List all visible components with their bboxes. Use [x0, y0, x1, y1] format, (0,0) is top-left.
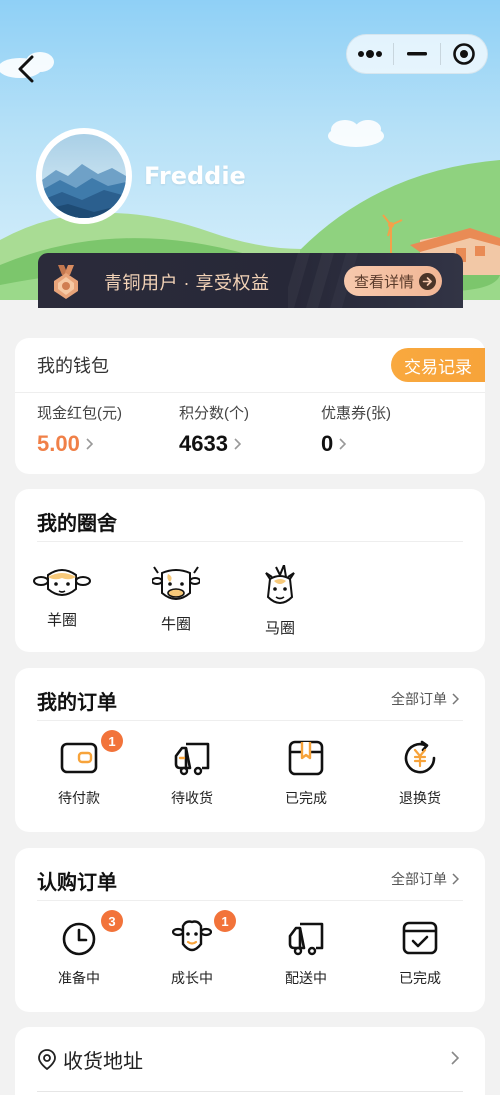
yen-refresh-icon — [404, 740, 436, 774]
cash-red-packet-stat[interactable]: 现金红包(元) 5.00 — [37, 402, 122, 457]
order-item-label: 待付款 — [58, 790, 100, 806]
avatar[interactable] — [36, 128, 132, 224]
divider — [37, 900, 463, 901]
stat-value: 5.00 — [37, 431, 80, 456]
sheep-icon — [33, 569, 91, 596]
member-level-text: 青铜用户 · 享受权益 — [104, 273, 270, 293]
chevron-right-icon — [339, 438, 347, 450]
shipping-address-label: 收货地址 — [63, 1050, 143, 1073]
subscription-item-label: 准备中 — [58, 970, 100, 986]
view-details-button[interactable]: 查看详情 — [344, 266, 442, 296]
view-details-label: 查看详情 — [354, 273, 415, 291]
order-completed[interactable]: 已完成 — [261, 738, 351, 808]
subscription-item-label: 配送中 — [285, 970, 327, 986]
wallet-card: 我的钱包 交易记录 现金红包(元) 5.00 积分数(个) 4633 优惠券(张… — [15, 338, 485, 474]
subscription-orders-card: 认购订单 全部订单 3 准备中 1 成长中 配送中 已完成 — [15, 848, 485, 1012]
chevron-left-icon — [18, 55, 34, 83]
stat-label: 现金红包(元) — [37, 405, 122, 422]
minus-icon — [407, 52, 427, 56]
more-button[interactable] — [347, 35, 393, 73]
pen-label: 羊圈 — [46, 612, 77, 629]
transaction-records-button[interactable]: 交易记录 — [391, 348, 485, 382]
horse-pen-item[interactable]: 马圈 — [245, 561, 315, 638]
points-stat[interactable]: 积分数(个) 4633 — [179, 402, 249, 457]
cow-pen-item[interactable]: 牛圈 — [141, 565, 211, 634]
sheep-pen-item[interactable]: 羊圈 — [27, 565, 97, 630]
order-returns[interactable]: 退换货 — [375, 738, 465, 808]
truck-icon — [288, 922, 324, 956]
close-miniprogram-button[interactable] — [441, 35, 487, 73]
order-item-label: 退换货 — [399, 790, 441, 806]
divider — [37, 541, 463, 542]
truck-icon — [174, 742, 210, 776]
my-orders-card: 我的订单 全部订单 1 待付款 待收货 已完成 退换货 — [15, 668, 485, 832]
avatar-mountain-image — [42, 134, 126, 218]
location-pin-icon — [38, 1049, 56, 1070]
chevron-right-icon — [86, 438, 93, 450]
subscription-item-label: 已完成 — [399, 970, 441, 986]
mini-program-capsule — [346, 34, 488, 74]
divider — [37, 1091, 463, 1092]
all-orders-label: 全部订单 — [391, 691, 447, 707]
chevron-right-icon — [451, 1051, 459, 1065]
pen-label: 马圈 — [264, 620, 295, 637]
shipping-address-row[interactable]: 收货地址 — [37, 1045, 463, 1073]
orders-title: 我的订单 — [37, 692, 117, 714]
subscription-title: 认购订单 — [37, 872, 117, 894]
order-pending-payment[interactable]: 1 待付款 — [34, 730, 124, 808]
more-dots-icon — [358, 50, 382, 58]
subscription-growing[interactable]: 1 成长中 — [147, 910, 237, 988]
notification-badge: 3 — [101, 910, 123, 932]
all-subscription-orders-link[interactable]: 全部订单 — [391, 869, 459, 889]
stat-value: 0 — [321, 431, 334, 456]
checked-box-icon — [402, 921, 438, 955]
wallet-icon — [60, 742, 98, 774]
member-level-bar[interactable]: 青铜用户 · 享受权益 查看详情 — [38, 253, 463, 308]
cow-icon — [151, 566, 201, 600]
stat-label: 优惠券(张) — [321, 405, 391, 422]
chevron-right-icon — [234, 438, 241, 450]
box-icon — [288, 740, 324, 776]
sheep-face-icon — [171, 920, 213, 952]
order-item-label: 待收货 — [171, 790, 213, 806]
horse-icon — [265, 561, 295, 604]
stat-value: 4633 — [179, 431, 228, 456]
subscription-preparing[interactable]: 3 准备中 — [34, 910, 124, 988]
bronze-medal-icon — [54, 265, 78, 299]
notification-badge: 1 — [214, 910, 236, 932]
order-pending-receipt[interactable]: 待收货 — [147, 738, 237, 808]
wallet-title: 我的钱包 — [37, 356, 109, 376]
username: Freddie — [144, 162, 246, 190]
coupons-stat[interactable]: 优惠券(张) 0 — [321, 402, 391, 457]
all-orders-label: 全部订单 — [391, 871, 447, 887]
stat-label: 积分数(个) — [179, 405, 249, 422]
arrow-right-circle-icon — [419, 272, 437, 290]
notification-badge: 1 — [101, 730, 123, 752]
divider — [15, 392, 485, 393]
back-button[interactable] — [12, 52, 40, 86]
chevron-right-icon — [452, 693, 459, 705]
subscription-delivering[interactable]: 配送中 — [261, 918, 351, 988]
address-card: 收货地址 — [15, 1027, 485, 1095]
chevron-right-icon — [452, 873, 459, 885]
minimize-button[interactable] — [394, 35, 440, 73]
subscription-item-label: 成长中 — [171, 970, 213, 986]
all-orders-link[interactable]: 全部订单 — [391, 689, 459, 709]
my-pens-card: 我的圈舍 羊圈 牛圈 马圈 — [15, 489, 485, 652]
subscription-completed[interactable]: 已完成 — [375, 918, 465, 988]
target-icon — [453, 43, 475, 65]
pens-title: 我的圈舍 — [37, 513, 117, 535]
divider — [37, 720, 463, 721]
clock-icon — [62, 922, 96, 956]
pen-label: 牛圈 — [160, 616, 191, 633]
order-item-label: 已完成 — [285, 790, 327, 806]
